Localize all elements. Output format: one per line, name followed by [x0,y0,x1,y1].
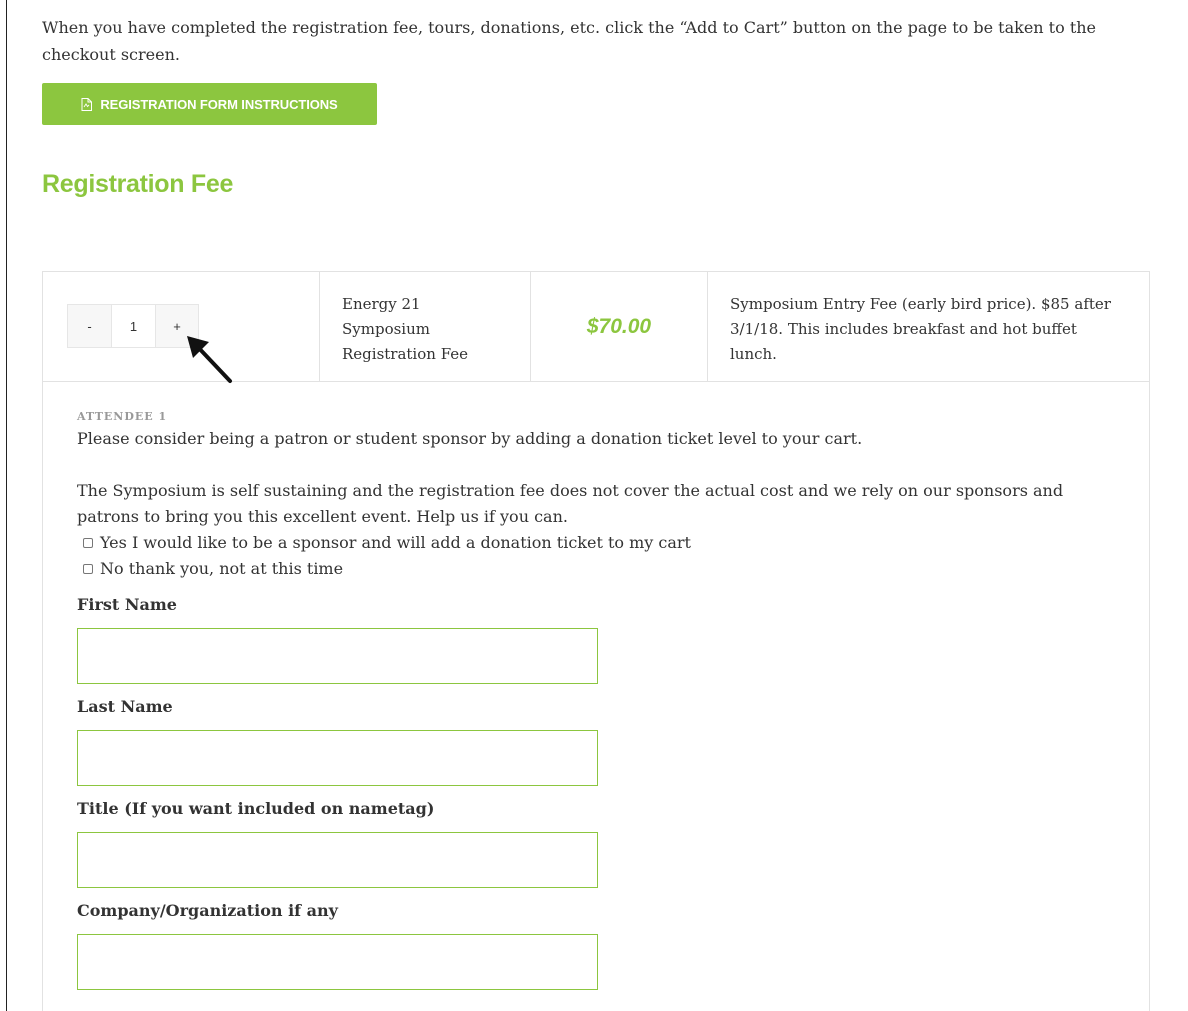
instructions-button-label: REGISTRATION FORM INSTRUCTIONS [100,96,338,112]
sponsor-no-checkbox[interactable] [83,564,93,574]
ticket-table: - 1 + Energy 21 Symposium Registration F… [42,271,1150,1011]
quantity-stepper: - 1 + [67,304,199,348]
pointer-arrow-icon [187,336,232,383]
registration-form-instructions-button[interactable]: REGISTRATION FORM INSTRUCTIONS [42,83,377,125]
first-name-field[interactable] [77,628,598,684]
sponsor-yes-option[interactable]: Yes I would like to be a sponsor and wil… [77,530,1127,556]
sponsor-note: The Symposium is self sustaining and the… [77,481,1064,526]
ticket-row: - 1 + Energy 21 Symposium Registration F… [43,272,1149,383]
sponsor-no-label: No thank you, not at this time [100,559,344,578]
company-label: Company/Organization if any [77,901,338,920]
first-name-label: First Name [77,595,177,614]
company-field[interactable] [77,934,598,990]
ticket-name-line: Energy 21 [342,295,421,313]
ticket-price: $70.00 [586,314,652,338]
quantity-input[interactable]: 1 [112,305,156,347]
pdf-file-icon [81,97,93,111]
ticket-description: Symposium Entry Fee (early bird price). … [730,295,1111,363]
last-name-label: Last Name [77,697,173,716]
title-label: Title (If you want included on nametag) [77,799,435,818]
sponsor-yes-label: Yes I would like to be a sponsor and wil… [100,533,691,552]
price-cell: $70.00 [531,272,708,381]
last-name-field[interactable] [77,730,598,786]
page-left-edge [6,0,7,1011]
sponsor-prompt: Please consider being a patron or studen… [77,429,863,448]
title-field[interactable] [77,832,598,888]
sponsor-no-option[interactable]: No thank you, not at this time [77,556,1127,582]
quantity-cell: - 1 + [43,272,320,383]
attendee-form: ATTENDEE 1 Please consider being a patro… [77,408,1127,990]
ticket-name-line: Symposium [342,320,430,338]
attendee-label: ATTENDEE 1 [77,410,168,423]
decrease-quantity-button[interactable]: - [68,305,112,347]
ticket-name: Energy 21 Symposium Registration Fee [320,272,531,381]
sponsor-yes-checkbox[interactable] [83,538,93,548]
ticket-name-line: Registration Fee [342,345,469,363]
section-title: Registration Fee [42,170,234,198]
intro-text: When you have completed the registration… [42,18,1097,64]
